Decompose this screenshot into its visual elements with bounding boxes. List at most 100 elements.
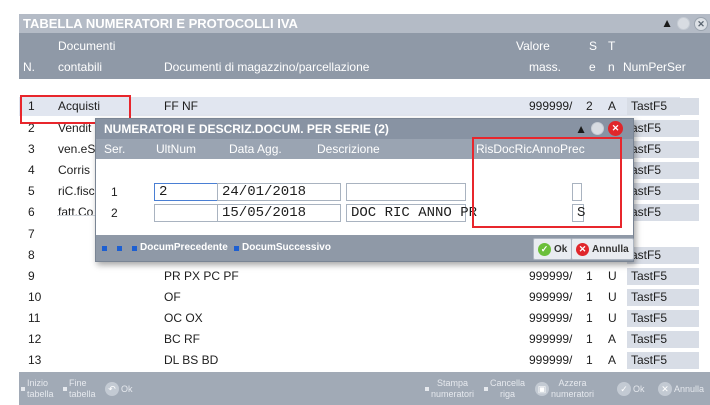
ok2-label: Ok <box>633 383 645 394</box>
row-number: 13 <box>28 353 42 367</box>
stampa-line2: numeratori <box>431 389 475 399</box>
row-numperser: TastF5 <box>631 311 668 325</box>
descrizione-field[interactable] <box>346 183 466 201</box>
row-valore[interactable]: 999999/ <box>529 311 572 325</box>
row-magazzino[interactable]: OC OX <box>164 311 203 325</box>
row-contabili[interactable]: riC.fisc <box>58 184 95 198</box>
minimize-icon[interactable] <box>591 122 604 135</box>
series-number: 1 <box>111 185 118 199</box>
row-t[interactable]: U <box>608 311 617 325</box>
row-valore[interactable]: 999999/ <box>529 353 572 367</box>
square-icon <box>63 387 67 391</box>
series-number: 2 <box>111 206 118 220</box>
col-doc-label-2: contabili <box>58 60 103 74</box>
pin-icon[interactable]: ▲ <box>575 119 587 139</box>
data-agg-field[interactable]: 24/01/2018 <box>217 183 341 201</box>
row-numperser: TastF5 <box>631 99 668 113</box>
minimize-icon[interactable] <box>677 17 690 30</box>
stampa-line1: Stampa <box>437 378 469 388</box>
table-row[interactable]: 12 BC RF 999999/ 1 A TastF5 <box>19 330 710 349</box>
col-val-label: Valore <box>516 39 550 53</box>
col-n-label: N. <box>23 60 35 74</box>
row-number: 10 <box>28 290 42 304</box>
table-row[interactable]: 13 DL BS BD 999999/ 1 A TastF5 <box>19 351 710 370</box>
table-row[interactable]: 9 PR PX PC PF 999999/ 1 U TastF5 <box>19 267 710 286</box>
ok-button[interactable]: ✓ Ok <box>533 238 573 260</box>
row-numperser-cell[interactable]: astF5 <box>627 247 699 264</box>
row-t[interactable]: A <box>608 332 616 346</box>
row-numperser-cell[interactable]: astF5 <box>627 120 699 137</box>
row-numperser-cell[interactable]: TastF5 <box>627 98 699 115</box>
ok-toolbar-label: Ok <box>121 383 133 394</box>
data-agg-field[interactable]: 15/05/2018 <box>217 204 341 222</box>
pin-icon[interactable]: ▲ <box>661 14 673 33</box>
close-icon[interactable]: ✕ <box>694 16 708 31</box>
row-numperser-cell[interactable]: TastF5 <box>627 331 699 348</box>
annulla-bottom-label: Annulla <box>674 383 705 394</box>
row-numperser: TastF5 <box>631 332 668 346</box>
row-s[interactable]: 1 <box>586 290 593 304</box>
cancel-icon: ✕ <box>576 242 589 256</box>
row-numperser-cell[interactable]: TastF5 <box>627 310 699 327</box>
row-valore[interactable]: 999999/ <box>529 290 572 304</box>
row-magazzino[interactable]: DL BS BD <box>164 353 218 367</box>
square-icon <box>117 245 122 251</box>
row-magazzino[interactable]: FF NF <box>164 99 198 113</box>
ok-toolbar-button[interactable]: ↶ Ok <box>105 375 133 403</box>
stampa-numeratori-button[interactable]: Stampa numeratori <box>425 375 474 403</box>
row-numperser-cell[interactable]: astF5 <box>627 162 699 179</box>
inizio-tabella-button[interactable]: Inizio tabella <box>21 375 54 403</box>
row-t[interactable]: A <box>608 353 616 367</box>
row-s[interactable]: 2 <box>586 99 593 113</box>
row-contabili[interactable]: Corris <box>58 163 90 177</box>
row-s[interactable]: 1 <box>586 311 593 325</box>
col-data-label: Data Agg. <box>229 142 282 156</box>
cancel-icon: ✕ <box>658 382 672 396</box>
docum-successivo-button[interactable]: DocumSuccessivo <box>234 239 331 257</box>
row-numperser-cell[interactable]: TastF5 <box>627 289 699 306</box>
row-numperser-cell[interactable]: TastF5 <box>627 352 699 369</box>
row-s[interactable]: 1 <box>586 332 593 346</box>
row-t[interactable]: U <box>608 269 617 283</box>
undo-icon: ↶ <box>105 382 119 396</box>
check-icon: ✓ <box>617 382 631 396</box>
row-numperser: astF5 <box>631 121 662 135</box>
row-valore[interactable]: 999999/ <box>529 99 572 113</box>
descrizione-field[interactable]: DOC RIC ANNO PR <box>346 204 477 222</box>
row-t[interactable]: A <box>608 99 616 113</box>
table-row[interactable]: 11 OC OX 999999/ 1 U TastF5 <box>19 309 710 328</box>
annulla-button[interactable]: ✕ Annulla <box>571 238 634 260</box>
row-magazzino[interactable]: BC RF <box>164 332 200 346</box>
dialog-footer: DocumPrecedente DocumSuccessivo ✓ Ok ✕ Ann… <box>96 235 634 261</box>
row-s[interactable]: 1 <box>586 353 593 367</box>
ok-button-bottom[interactable]: ✓ Ok <box>617 375 645 403</box>
row-number: 11 <box>28 311 41 325</box>
docum-successivo-label: DocumSuccessivo <box>242 242 331 253</box>
docum-precedente-button[interactable]: DocumPrecedente <box>132 239 228 257</box>
nav-button-1[interactable] <box>102 239 110 257</box>
row-magazzino[interactable]: PR PX PC PF <box>164 269 239 283</box>
close-icon[interactable]: ✕ <box>608 121 623 136</box>
row-contabili[interactable]: ven.eS <box>58 142 95 156</box>
row-numperser-cell[interactable]: TastF5 <box>627 268 699 285</box>
row-numperser: astF5 <box>631 142 662 156</box>
nav-button-2[interactable] <box>117 239 125 257</box>
table-row[interactable]: 10 OF 999999/ 1 U TastF5 <box>19 288 710 307</box>
azzera-line2: numeratori <box>551 389 595 399</box>
row-contabili[interactable]: fatt.Co <box>58 205 93 219</box>
cancella-riga-button[interactable]: Cancella riga <box>484 375 525 403</box>
azzera-numeratori-button[interactable]: ▣ Azzera numeratori <box>535 375 594 403</box>
row-t[interactable]: U <box>608 290 617 304</box>
square-icon <box>484 387 488 391</box>
row-numperser-cell[interactable]: astF5 <box>627 183 699 200</box>
fine-tabella-button[interactable]: Fine tabella <box>63 375 96 403</box>
row-valore[interactable]: 999999/ <box>529 332 572 346</box>
ok-label: Ok <box>554 243 568 255</box>
annulla-button-bottom[interactable]: ✕ Annulla <box>658 375 704 403</box>
row-numperser-cell[interactable]: astF5 <box>627 141 699 158</box>
row-s[interactable]: 1 <box>586 269 593 283</box>
row-magazzino[interactable]: OF <box>164 290 181 304</box>
row-numperser-cell[interactable]: astF5 <box>627 204 699 221</box>
row-numperser: astF5 <box>631 248 662 262</box>
row-valore[interactable]: 999999/ <box>529 269 572 283</box>
